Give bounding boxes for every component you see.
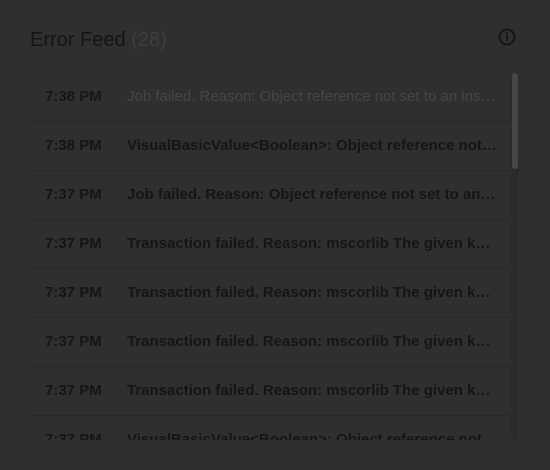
error-message: VisualBasicValue<Boolean>: Object refere… [127,137,497,154]
error-time: 7:37 PM [45,235,102,252]
error-row[interactable]: 7:37 PM Transaction failed. Reason: msco… [30,318,510,367]
error-row[interactable]: 7:37 PM Job failed. Reason: Object refer… [30,171,510,220]
error-message: Job failed. Reason: Object reference not… [127,186,497,203]
error-time: 7:37 PM [45,333,102,350]
error-message: Job failed. Reason: Object reference not… [127,88,497,105]
error-time: 7:38 PM [45,137,102,154]
scrollbar[interactable] [511,73,519,440]
error-time: 7:37 PM [45,431,102,440]
error-message: Transaction failed. Reason: mscorlib The… [127,333,497,350]
error-row[interactable]: 7:38 PM Job failed. Reason: Object refer… [30,73,510,122]
error-row[interactable]: 7:37 PM Transaction failed. Reason: msco… [30,269,510,318]
scrollbar-thumb[interactable] [512,73,518,169]
error-row[interactable]: 7:37 PM VisualBasicValue<Boolean>: Objec… [30,416,510,440]
error-time: 7:37 PM [45,186,102,203]
error-row[interactable]: 7:37 PM Transaction failed. Reason: msco… [30,220,510,269]
error-time: 7:38 PM [45,88,102,105]
error-feed-title: Error Feed [30,29,126,51]
error-list: 7:38 PM Job failed. Reason: Object refer… [30,73,510,440]
error-message: VisualBasicValue<Boolean>: Object refere… [127,431,497,440]
error-count: (28) [131,29,167,51]
info-icon[interactable] [498,28,516,46]
error-row[interactable]: 7:37 PM Transaction failed. Reason: msco… [30,367,510,416]
error-message: Transaction failed. Reason: mscorlib The… [127,382,497,399]
error-time: 7:37 PM [45,382,102,399]
error-message: Transaction failed. Reason: mscorlib The… [127,235,497,252]
error-feed-panel: Error Feed (28) 7:38 PM Job failed. Reas… [0,0,550,470]
error-time: 7:37 PM [45,284,102,301]
error-message: Transaction failed. Reason: mscorlib The… [127,284,497,301]
error-feed-header: Error Feed (28) [30,28,167,52]
error-row[interactable]: 7:38 PM VisualBasicValue<Boolean>: Objec… [30,122,510,171]
